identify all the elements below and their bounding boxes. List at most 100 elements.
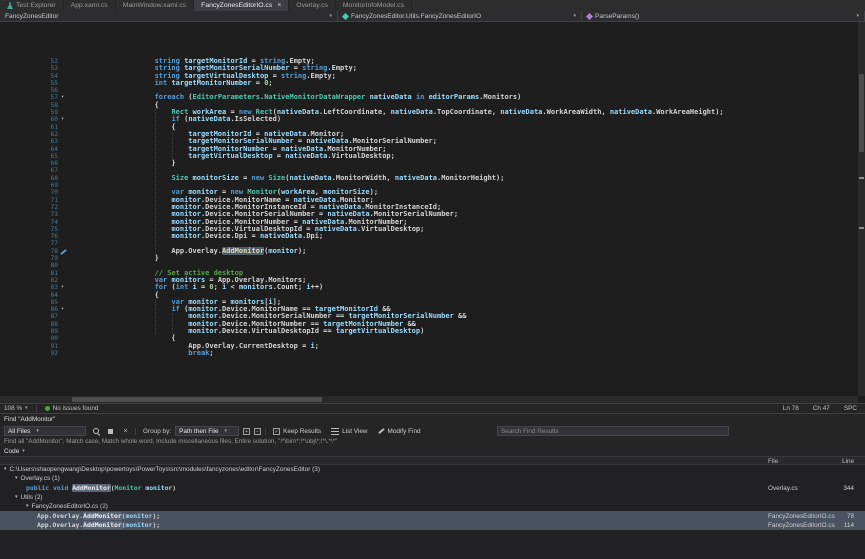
collapse-all-icon[interactable]: − [254,428,261,435]
document-health-indicator[interactable]: No issues found [45,405,99,412]
glyph-margin [58,167,72,174]
close-icon[interactable]: × [277,2,281,9]
expand-all-icon[interactable]: + [243,428,250,435]
tab-overlay-cs[interactable]: Overlay.cs [289,0,336,11]
group-by-dropdown[interactable]: Path then File ▾ [175,426,239,436]
match-highlight: AddMonitor [83,521,121,529]
member-name: ParseParams() [595,13,639,20]
expand-arrow-icon[interactable]: ▾ [15,495,18,500]
vertical-scrollbar[interactable] [858,22,865,396]
code-line[interactable]: 68 Size monitorSize = new Size(nativeDat… [0,175,865,182]
scrollbar-thumb[interactable] [859,74,864,152]
line-number: 86 [0,306,58,313]
tab-test-explorer[interactable]: Test Explorer [0,0,64,11]
clear-results-icon[interactable]: × [120,426,131,436]
result-match-row[interactable]: App.Overlay.AddMonitor(monitor);FancyZon… [0,511,865,520]
no-issues-icon [45,406,50,411]
line-number: 88 [0,321,58,328]
line-number: 83 [0,284,58,291]
visual-studio-window: Test ExplorerApp.xaml.cs MainWindow.xaml.… [0,0,865,559]
line-number: 85 [0,299,58,306]
line-number: 70 [0,189,58,196]
expand-arrow-icon[interactable]: ▾ [15,476,18,481]
code-line[interactable]: 76 monitor.Device.Dpi = nativeData.Dpi; [0,233,865,240]
find-results-title: Find "AddMonitor" [0,414,865,424]
scope-dropdown[interactable]: All Files ▾ [4,426,86,436]
line-number: 66 [0,160,58,167]
chevron-down-icon: ▾ [329,14,332,19]
line-number: 62 [0,131,58,138]
line-number: 67 [0,167,58,174]
result-line: 344 [832,485,854,492]
find-summary: Find all "AddMonitor", Match case, Match… [0,438,865,447]
group-label: FancyZonesEditorIO.cs (2) [32,503,108,510]
column-status[interactable]: Ch 47 [813,405,830,412]
zoom-control[interactable]: 108 % ▾ [4,405,28,412]
code-editor[interactable]: 52 string targetMonitorId = string.Empty… [0,22,865,403]
type-dropdown[interactable]: FancyZonesEditor.Utils.FancyZonesEditorI… [338,11,582,21]
glyph-margin [58,160,72,167]
glyph-margin [58,262,72,269]
glyph-margin [58,343,72,350]
line-number: 71 [0,197,58,204]
glyph-margin [58,350,72,357]
glyph-margin [58,124,72,131]
code-filter-label: Code [4,448,19,455]
project-dropdown[interactable]: FancyZonesEditor ▾ [0,11,338,21]
glyph-margin: ▾ [58,306,72,313]
tab-mainwindow-xaml-cs[interactable]: MainWindow.xaml.cs [116,0,194,11]
repeat-find-icon[interactable] [90,426,101,436]
code-line[interactable]: 92 break; [0,350,865,357]
member-dropdown[interactable]: ParseParams() ▾ [582,11,865,21]
list-view-button[interactable]: List View [328,426,370,436]
results-tree: ▾C:\Users\shaopengwang\Desktop\powertoys… [0,465,865,559]
tab-app-xaml-cs[interactable]: App.xaml.cs [64,0,116,11]
spaces-status[interactable]: SPC [844,405,857,412]
line-number: 58 [0,102,58,109]
result-group-row[interactable]: ▾Overlay.cs (1) [0,474,865,483]
column-header-line[interactable]: Line [832,458,854,465]
line-status[interactable]: Ln 78 [783,405,799,412]
indent-guide [155,109,156,255]
result-group-row[interactable]: ▾Utils (2) [0,493,865,502]
tab-label: MainWindow.xaml.cs [123,2,186,9]
code-line[interactable]: 79 } [0,255,865,262]
result-group-row[interactable]: ▾C:\Users\shaopengwang\Desktop\powertoys… [0,465,865,474]
navigation-bar: FancyZonesEditor ▾ FancyZonesEditor.Util… [0,11,865,22]
glyph-margin [58,328,72,335]
scope-value: All Files [8,428,30,435]
code-filter-dropdown[interactable]: Code ▾ [0,447,865,456]
glyph-margin: ▾ [58,116,72,123]
chevron-down-icon: ▾ [25,406,28,411]
line-number: 89 [0,328,58,335]
editor-status-strip: 108 % ▾ No issues found Ln 78 Ch 47 SPC [0,403,865,413]
stop-icon[interactable] [105,426,116,436]
tab-label: FancyZonesEditorIO.cs [201,2,272,9]
line-number: 87 [0,313,58,320]
fold-chevron-icon[interactable]: ▾ [61,116,64,123]
scrollbar-thumb[interactable] [72,397,322,402]
search-find-results-input[interactable] [497,426,729,436]
column-header-file[interactable]: File [768,458,778,465]
horizontal-scrollbar[interactable] [0,396,858,403]
fold-chevron-icon[interactable]: ▾ [61,284,64,291]
result-match-row[interactable]: public void AddMonitor(Monitor monitor)O… [0,484,865,493]
result-match-row[interactable]: App.Overlay.AddMonitor(monitor);FancyZon… [0,521,865,530]
stop-square-icon [108,429,113,434]
line-number: 92 [0,350,58,357]
line-number: 65 [0,153,58,160]
tab-fancyzoneseditorio-cs[interactable]: FancyZonesEditorIO.cs × [194,0,289,11]
keep-results-toggle[interactable]: ✓ Keep Results [270,426,324,436]
modify-find-button[interactable]: Modify Find [375,426,424,436]
expand-arrow-icon[interactable]: ▾ [4,467,7,472]
result-group-row[interactable]: ▾FancyZonesEditorIO.cs (2) [0,502,865,511]
glyph-margin [58,80,72,87]
code-line[interactable]: 66 } [0,160,865,167]
divider [135,428,136,435]
code-line[interactable]: 55 int targetMonitorNumber = 0; [0,80,865,87]
fold-chevron-icon[interactable]: ▾ [61,94,64,101]
tab-monitorinfomodel-cs[interactable]: MonitorInfoModel.cs [336,0,412,11]
line-number: 82 [0,277,58,284]
expand-arrow-icon[interactable]: ▾ [26,504,29,509]
fold-chevron-icon[interactable]: ▾ [61,306,64,313]
